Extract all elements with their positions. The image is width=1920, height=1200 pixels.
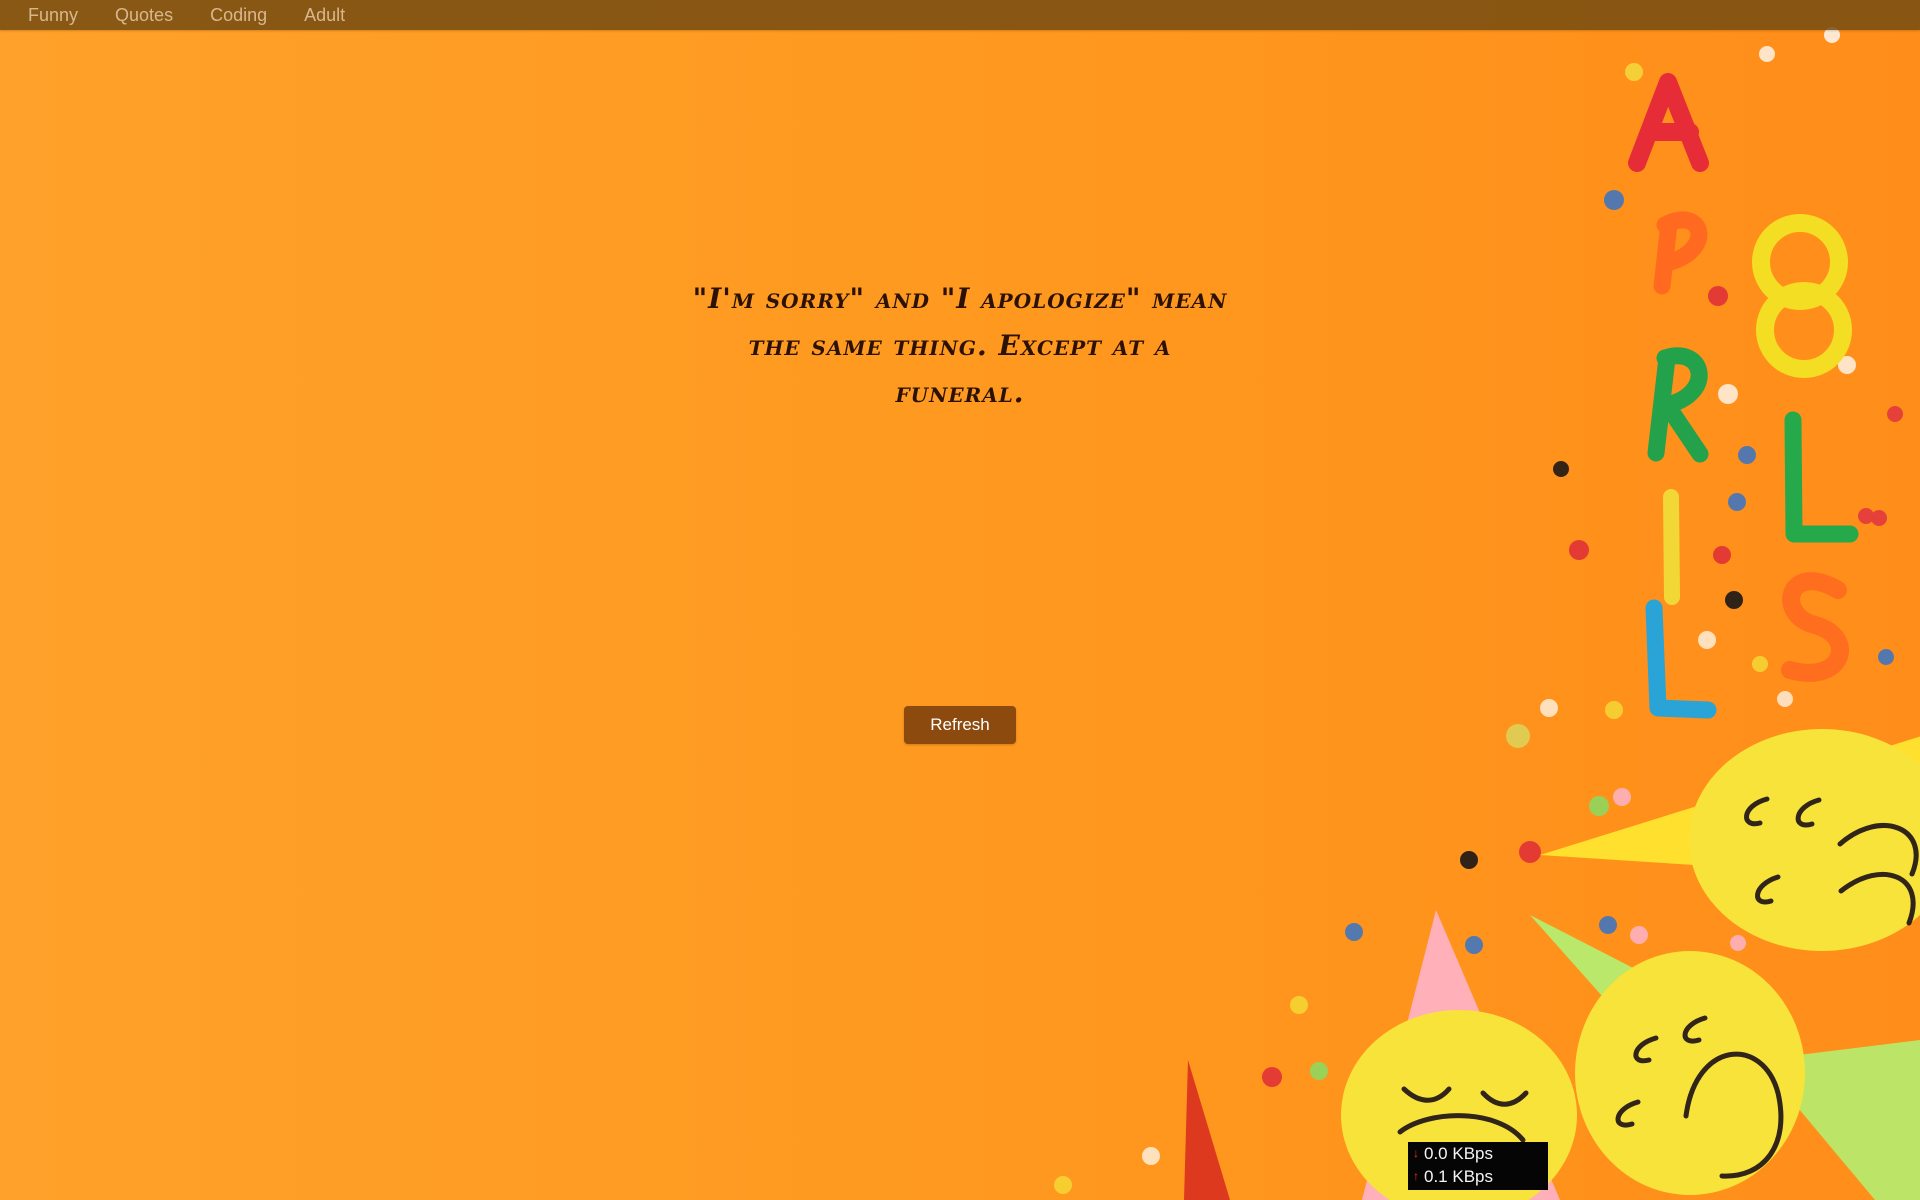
network-speed-widget: ↓ 0.0 KBps ↑ 0.1 KBps — [1408, 1142, 1548, 1190]
nav-item-funny[interactable]: Funny — [28, 5, 78, 26]
refresh-button[interactable]: Refresh — [904, 706, 1016, 744]
arrow-down-icon: ↓ — [1413, 1145, 1419, 1160]
download-speed-row: ↓ 0.0 KBps — [1413, 1142, 1548, 1165]
top-navbar: Funny Quotes Coding Adult — [0, 0, 1920, 30]
upload-speed-value: 0.1 KBps — [1424, 1167, 1493, 1186]
download-speed-value: 0.0 KBps — [1424, 1144, 1493, 1163]
upload-speed-row: ↑ 0.1 KBps — [1413, 1165, 1548, 1188]
nav-item-coding[interactable]: Coding — [210, 5, 267, 26]
nav-item-quotes[interactable]: Quotes — [115, 5, 173, 26]
nav-item-adult[interactable]: Adult — [304, 5, 345, 26]
april-fools-background-art — [1054, 27, 1920, 1200]
arrow-up-icon: ↑ — [1413, 1168, 1419, 1183]
joke-text: "I'm sorry" and "I apologize" mean the s… — [692, 282, 1228, 409]
